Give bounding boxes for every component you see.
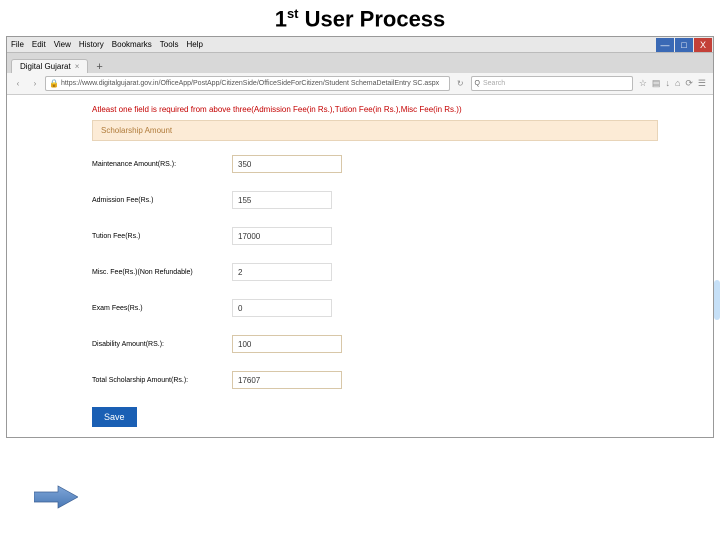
url-text: https://www.digitalgujarat.gov.in/Office… xyxy=(61,80,439,87)
input-admission[interactable] xyxy=(232,191,332,209)
row-misc: Misc. Fee(Rs.)(Non Refundable) xyxy=(92,263,658,281)
tab-title: Digital Gujarat xyxy=(20,62,71,71)
list-icon[interactable]: ▤ xyxy=(652,78,661,89)
browser-window: File Edit View History Bookmarks Tools H… xyxy=(6,36,714,438)
forward-button[interactable]: › xyxy=(28,77,42,91)
section-header: Scholarship Amount xyxy=(92,120,658,141)
row-disability: Disability Amount(RS.): xyxy=(92,335,658,353)
menu-icon[interactable]: ☰ xyxy=(698,78,706,89)
tab-close-icon[interactable]: × xyxy=(75,62,80,71)
row-tution: Tution Fee(Rs.) xyxy=(92,227,658,245)
label-admission: Admission Fee(Rs.) xyxy=(92,197,232,204)
search-icon: Q xyxy=(475,80,480,87)
menu-tools[interactable]: Tools xyxy=(156,40,183,49)
label-maintenance: Maintenance Amount(RS.): xyxy=(92,161,232,168)
home-icon[interactable]: ⌂ xyxy=(675,78,680,89)
new-tab-button[interactable]: + xyxy=(92,61,106,73)
download-icon[interactable]: ↓ xyxy=(665,78,670,89)
browser-tab[interactable]: Digital Gujarat × xyxy=(11,59,88,73)
sync-icon[interactable]: ⟳ xyxy=(685,78,693,89)
input-disability[interactable] xyxy=(232,335,342,353)
address-bar: ‹ › 🔒 https://www.digitalgujarat.gov.in/… xyxy=(7,73,713,95)
input-total[interactable] xyxy=(232,371,342,389)
window-controls: — □ X xyxy=(656,38,713,52)
page-content: Atleast one field is required from above… xyxy=(7,95,713,437)
reload-button[interactable]: ↻ xyxy=(453,79,468,88)
maximize-button[interactable]: □ xyxy=(675,38,693,52)
input-exam[interactable] xyxy=(232,299,332,317)
label-total: Total Scholarship Amount(Rs.): xyxy=(92,377,232,384)
menu-help[interactable]: Help xyxy=(182,40,206,49)
label-disability: Disability Amount(RS.): xyxy=(92,341,232,348)
close-window-button[interactable]: X xyxy=(694,38,712,52)
tab-bar: Digital Gujarat × + xyxy=(7,53,713,73)
url-input[interactable]: 🔒 https://www.digitalgujarat.gov.in/Offi… xyxy=(45,76,450,91)
lock-icon: 🔒 xyxy=(49,79,59,88)
menu-history[interactable]: History xyxy=(75,40,108,49)
menu-bar: File Edit View History Bookmarks Tools H… xyxy=(7,37,713,53)
menu-file[interactable]: File xyxy=(7,40,28,49)
label-tution: Tution Fee(Rs.) xyxy=(92,233,232,240)
row-maintenance: Maintenance Amount(RS.): xyxy=(92,155,658,173)
input-misc[interactable] xyxy=(232,263,332,281)
search-placeholder: Search xyxy=(483,80,505,87)
menu-bookmarks[interactable]: Bookmarks xyxy=(108,40,156,49)
star-icon[interactable]: ☆ xyxy=(639,78,647,89)
back-button[interactable]: ‹ xyxy=(11,77,25,91)
search-input[interactable]: Q Search xyxy=(471,76,633,91)
label-misc: Misc. Fee(Rs.)(Non Refundable) xyxy=(92,269,232,276)
menu-edit[interactable]: Edit xyxy=(28,40,50,49)
scrollbar[interactable] xyxy=(714,280,720,320)
row-admission: Admission Fee(Rs.) xyxy=(92,191,658,209)
input-maintenance[interactable] xyxy=(232,155,342,173)
minimize-button[interactable]: — xyxy=(656,38,674,52)
row-total: Total Scholarship Amount(Rs.): xyxy=(92,371,658,389)
arrow-indicator-icon xyxy=(34,484,78,510)
page-title: 1st User Process xyxy=(0,0,720,36)
menu-view[interactable]: View xyxy=(50,40,75,49)
input-tution[interactable] xyxy=(232,227,332,245)
label-exam: Exam Fees(Rs.) xyxy=(92,305,232,312)
toolbar-icons: ☆ ▤ ↓ ⌂ ⟳ ☰ xyxy=(636,78,709,89)
save-button[interactable]: Save xyxy=(92,407,137,427)
validation-alert: Atleast one field is required from above… xyxy=(92,105,658,114)
row-exam: Exam Fees(Rs.) xyxy=(92,299,658,317)
